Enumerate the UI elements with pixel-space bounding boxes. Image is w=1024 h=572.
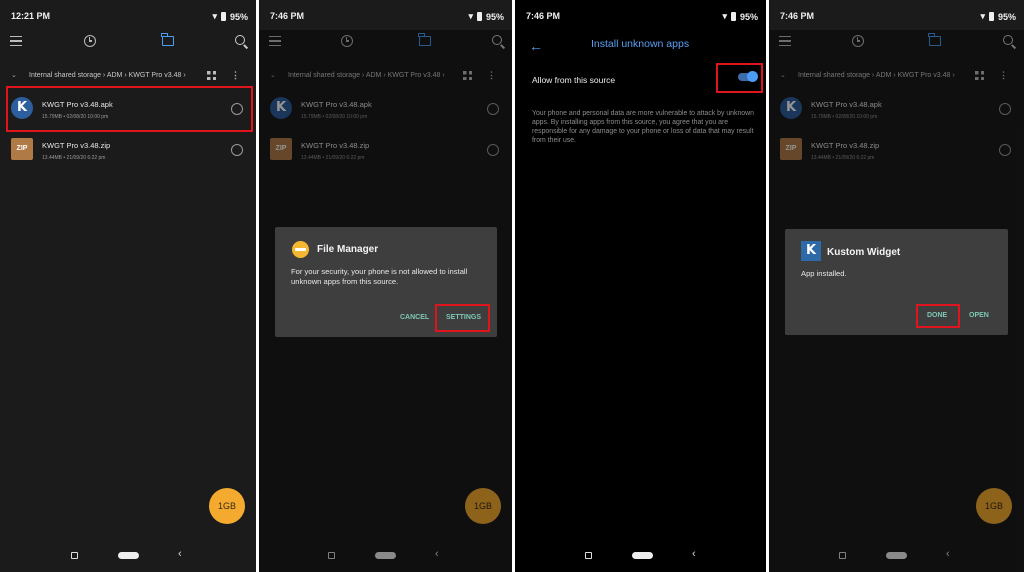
file-manager-screen-2: 7:46 PM ▾ 95% ⌄ Internal shared storage … [259,0,512,572]
battery-icon [730,12,736,21]
battery-level: 95% [739,11,758,22]
wifi-icon: ▾ [212,11,217,21]
home-nav-button[interactable] [632,552,653,559]
open-button[interactable]: OPEN [969,312,989,319]
more-vert-icon[interactable]: ⋮ [231,70,240,81]
chevron-down-icon[interactable]: ⌄ [11,71,17,79]
back-arrow-icon[interactable]: ← [529,38,543,54]
wifi-icon: ▾ [722,11,727,21]
battery-icon [988,12,994,21]
installed-dialog: K Kustom Widget App installed. DONE OPEN [785,229,1008,335]
menu-icon[interactable] [10,36,22,46]
page-title: Install unknown apps [591,38,690,50]
status-time: 12:21 PM [11,11,51,21]
status-bar: 7:46 PM ▾ 95% [259,0,512,30]
dialog-title: Kustom Widget [827,247,901,258]
install-unknown-apps-screen: 7:46 PM ▾ 95% ← Install unknown apps All… [515,0,766,572]
warning-text: Your phone and personal data are more vu… [532,110,754,144]
battery-icon [220,12,226,21]
battery-level: 95% [997,11,1016,22]
file-manager-screen-4: 7:46 PM ▾ 95% ⌄ Internal shared storage … [769,0,1024,572]
grid-view-icon[interactable] [207,71,216,80]
recents-nav-button[interactable] [71,552,78,559]
battery-level: 95% [229,11,248,22]
dialog-message: App installed. [801,269,847,278]
battery-level: 95% [485,11,504,22]
battery-icon [476,12,482,21]
nav-bar: ‹ [515,548,766,564]
breadcrumb: ⌄ Internal shared storage › ADM › KWGT P… [0,70,256,84]
nav-bar: ‹ [0,548,256,564]
home-nav-button[interactable] [118,552,139,559]
wifi-icon: ▾ [980,11,985,21]
zip-file-icon: ZIP [11,138,33,160]
kustom-widget-icon: K [801,241,821,261]
list-item[interactable]: ZIP KWGT Pro v3.48.zip 13.44MB • 21/09/2… [0,136,256,166]
file-manager-screen-1: 12:21 PM ▾ 95% ⌄ Internal shared storage… [0,0,256,572]
dialog-title: File Manager [317,244,379,255]
highlight-box [435,304,490,332]
folder-icon[interactable] [161,33,174,46]
status-time: 7:46 PM [780,11,815,21]
recents-nav-button[interactable] [585,552,592,559]
wifi-icon: ▾ [468,11,473,21]
breadcrumb-path[interactable]: Internal shared storage › ADM › KWGT Pro… [29,72,186,79]
recent-clock-icon[interactable] [84,35,96,47]
status-bar: 7:46 PM ▾ 95% [769,0,1024,30]
storage-fab-button[interactable]: 1GB [209,488,245,524]
status-time: 7:46 PM [526,11,561,21]
highlight-box [916,304,960,328]
back-nav-button[interactable]: ‹ [178,548,182,560]
select-radio[interactable] [231,144,243,156]
allow-source-label[interactable]: Allow from this source [532,75,615,85]
status-time: 7:46 PM [270,11,305,21]
cancel-button[interactable]: CANCEL [400,314,429,321]
back-nav-button[interactable]: ‹ [692,548,696,560]
toolbar [0,33,256,55]
highlight-box [6,86,253,132]
dialog-message: For your security, your phone is not all… [291,267,468,286]
file-meta: 13.44MB • 21/09/20 6:22 pm [42,155,106,161]
status-bar: 12:21 PM ▾ 95% [0,0,256,30]
highlight-box [716,63,763,93]
file-manager-icon [292,241,309,258]
search-icon[interactable] [235,35,245,45]
status-bar: 7:46 PM ▾ 95% [515,0,766,30]
file-name: KWGT Pro v3.48.zip [42,141,111,150]
